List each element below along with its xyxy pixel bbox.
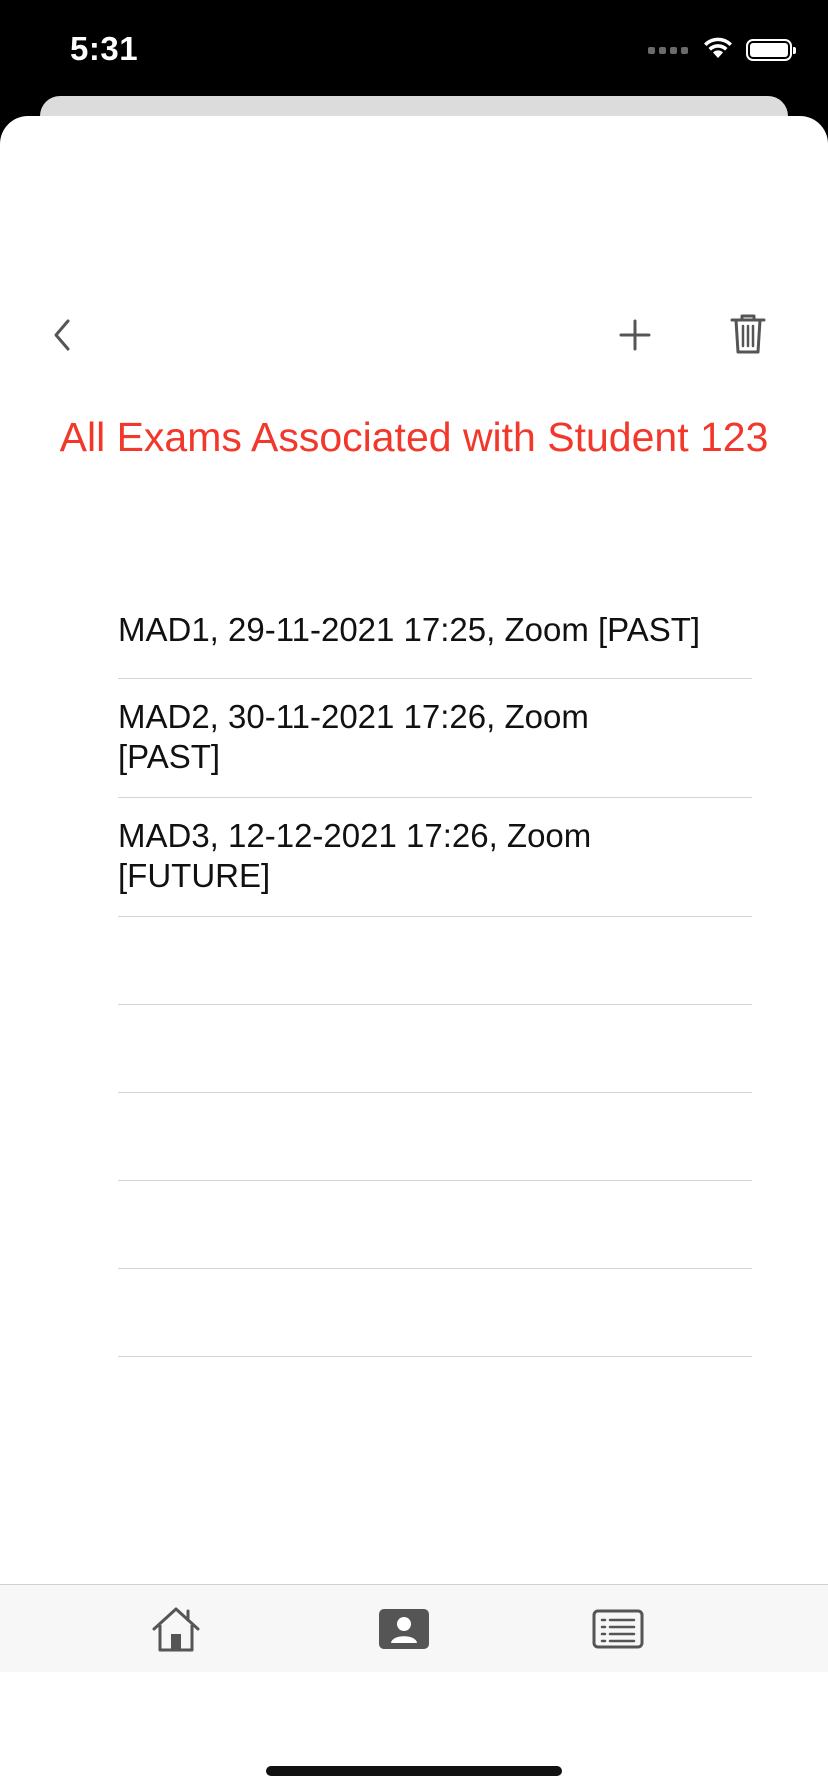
empty-list-row [118,917,752,1005]
home-indicator[interactable] [266,1766,562,1776]
add-exam-button[interactable] [610,310,660,360]
page-title: All Exams Associated with Student 123 [59,414,769,460]
exam-list-item[interactable]: MAD2, 30-11-2021 17:26, Zoom [PAST] [118,679,752,798]
exam-list-item[interactable]: MAD3, 12-12-2021 17:26, Zoom [FUTURE] [118,798,752,917]
empty-list-row [118,1269,752,1357]
battery-icon [746,39,796,61]
screen: 5:31 All Exams Associated with Student 1… [0,0,828,1792]
tab-bar [0,1584,828,1672]
chevron-left-icon [54,319,70,351]
delete-button[interactable] [722,306,774,362]
exam-list: MAD1, 29-11-2021 17:25, Zoom [PAST] MAD2… [118,592,752,1357]
tab-profile[interactable] [374,1601,434,1657]
empty-list-row [118,1093,752,1181]
tab-home[interactable] [146,1601,206,1657]
exam-label: MAD3, 12-12-2021 17:26, Zoom [FUTURE] [118,817,592,894]
cellular-signal-icon [648,46,688,54]
house-icon [152,1607,200,1652]
status-icons [648,36,796,65]
person-card-icon [379,1609,429,1649]
status-time: 5:31 [70,30,139,67]
wifi-icon [702,36,734,65]
status-bar: 5:31 [0,0,828,100]
tab-list[interactable] [588,1601,648,1657]
trash-icon [730,314,766,354]
modal-sheet: All Exams Associated with Student 123 MA… [0,116,828,1792]
exam-label: MAD1, 29-11-2021 17:25, Zoom [PAST] [118,611,701,648]
exam-list-item[interactable]: MAD1, 29-11-2021 17:25, Zoom [PAST] [118,592,752,679]
navigation-bar [0,296,828,376]
empty-list-row [118,1005,752,1093]
back-button[interactable] [38,310,88,360]
empty-list-row [118,1181,752,1269]
list-icon [592,1609,644,1649]
exam-label: MAD2, 30-11-2021 17:26, Zoom [PAST] [118,698,589,775]
plus-icon [619,319,651,351]
